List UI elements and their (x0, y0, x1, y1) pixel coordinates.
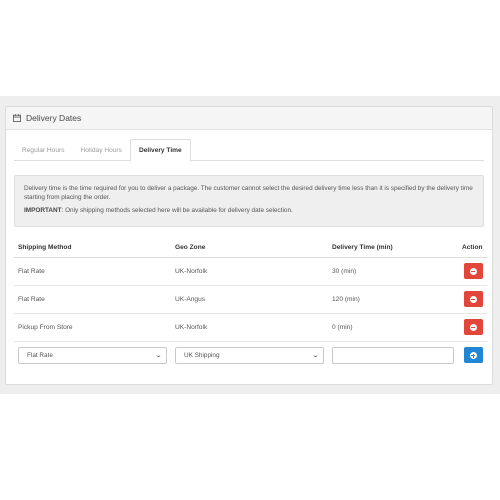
info-alert: Delivery time is the time required for y… (14, 175, 484, 227)
cell-shipping-method-select: Flat Rate ⌄ (14, 341, 171, 369)
table-row: Flat Rate UK-Norfolk 30 (min) (14, 257, 487, 286)
delivery-time-table: Shipping Method Geo Zone Delivery Time (… (14, 239, 487, 369)
remove-button[interactable] (463, 319, 483, 335)
remove-button[interactable] (463, 263, 483, 279)
cell-delivery-time: 120 (min) (328, 285, 458, 314)
new-entry-row: Flat Rate ⌄ UK Shipping ⌄ (14, 341, 487, 369)
add-button[interactable] (463, 347, 483, 364)
cell-delivery-time-input (328, 341, 458, 369)
cell-shipping-method: Flat Rate (14, 285, 171, 314)
cell-action (458, 341, 487, 369)
delivery-time-input[interactable] (332, 346, 454, 364)
chevron-down-icon: ⌄ (311, 352, 320, 359)
tab-delivery-time[interactable]: Delivery Time (129, 139, 191, 162)
cell-action (458, 285, 487, 314)
cell-shipping-method: Pickup From Store (14, 313, 171, 342)
tab-holiday-hours[interactable]: Holiday Hours (73, 139, 130, 161)
remove-button[interactable] (463, 291, 483, 307)
calendar-icon (13, 114, 21, 122)
tab-bar: Regular Hours Holiday Hours Delivery Tim… (14, 139, 484, 162)
cell-action (458, 313, 487, 342)
delivery-dates-panel: Delivery Dates Regular Hours Holiday Hou… (5, 106, 493, 385)
header-geo-zone: Geo Zone (171, 239, 328, 258)
cell-geo-zone: UK-Norfolk (171, 257, 328, 286)
cell-action (458, 257, 487, 286)
panel-heading: Delivery Dates (6, 107, 492, 130)
cell-shipping-method: Flat Rate (14, 257, 171, 286)
alert-description: Delivery time is the time required for y… (24, 185, 473, 202)
alert-important: IMPORTANT: Only shipping methods selecte… (24, 206, 474, 215)
cell-delivery-time: 0 (min) (328, 313, 458, 342)
table-row: Pickup From Store UK-Norfolk 0 (min) (14, 313, 487, 342)
header-action: Action (458, 239, 487, 258)
cell-geo-zone: UK-Norfolk (171, 313, 328, 342)
chevron-down-icon: ⌄ (154, 352, 163, 359)
table-header-row: Shipping Method Geo Zone Delivery Time (… (14, 239, 487, 258)
cell-delivery-time: 30 (min) (328, 257, 458, 286)
shipping-method-selected: Flat Rate (27, 351, 53, 359)
panel-title: Delivery Dates (26, 113, 82, 123)
cell-geo-zone-select: UK Shipping ⌄ (171, 341, 328, 369)
alert-important-text: : Only shipping methods selected here wi… (61, 207, 293, 215)
geo-zone-select[interactable]: UK Shipping ⌄ (175, 346, 324, 364)
panel-body: Regular Hours Holiday Hours Delivery Tim… (6, 130, 492, 369)
table-row: Flat Rate UK-Angus 120 (min) (14, 285, 487, 314)
header-delivery-time: Delivery Time (min) (328, 239, 458, 258)
alert-important-label: IMPORTANT (24, 207, 62, 215)
tab-regular-hours[interactable]: Regular Hours (14, 139, 73, 161)
shipping-method-select[interactable]: Flat Rate ⌄ (18, 346, 167, 364)
header-shipping-method: Shipping Method (14, 239, 171, 258)
cell-geo-zone: UK-Angus (171, 285, 328, 314)
geo-zone-selected: UK Shipping (184, 351, 220, 359)
